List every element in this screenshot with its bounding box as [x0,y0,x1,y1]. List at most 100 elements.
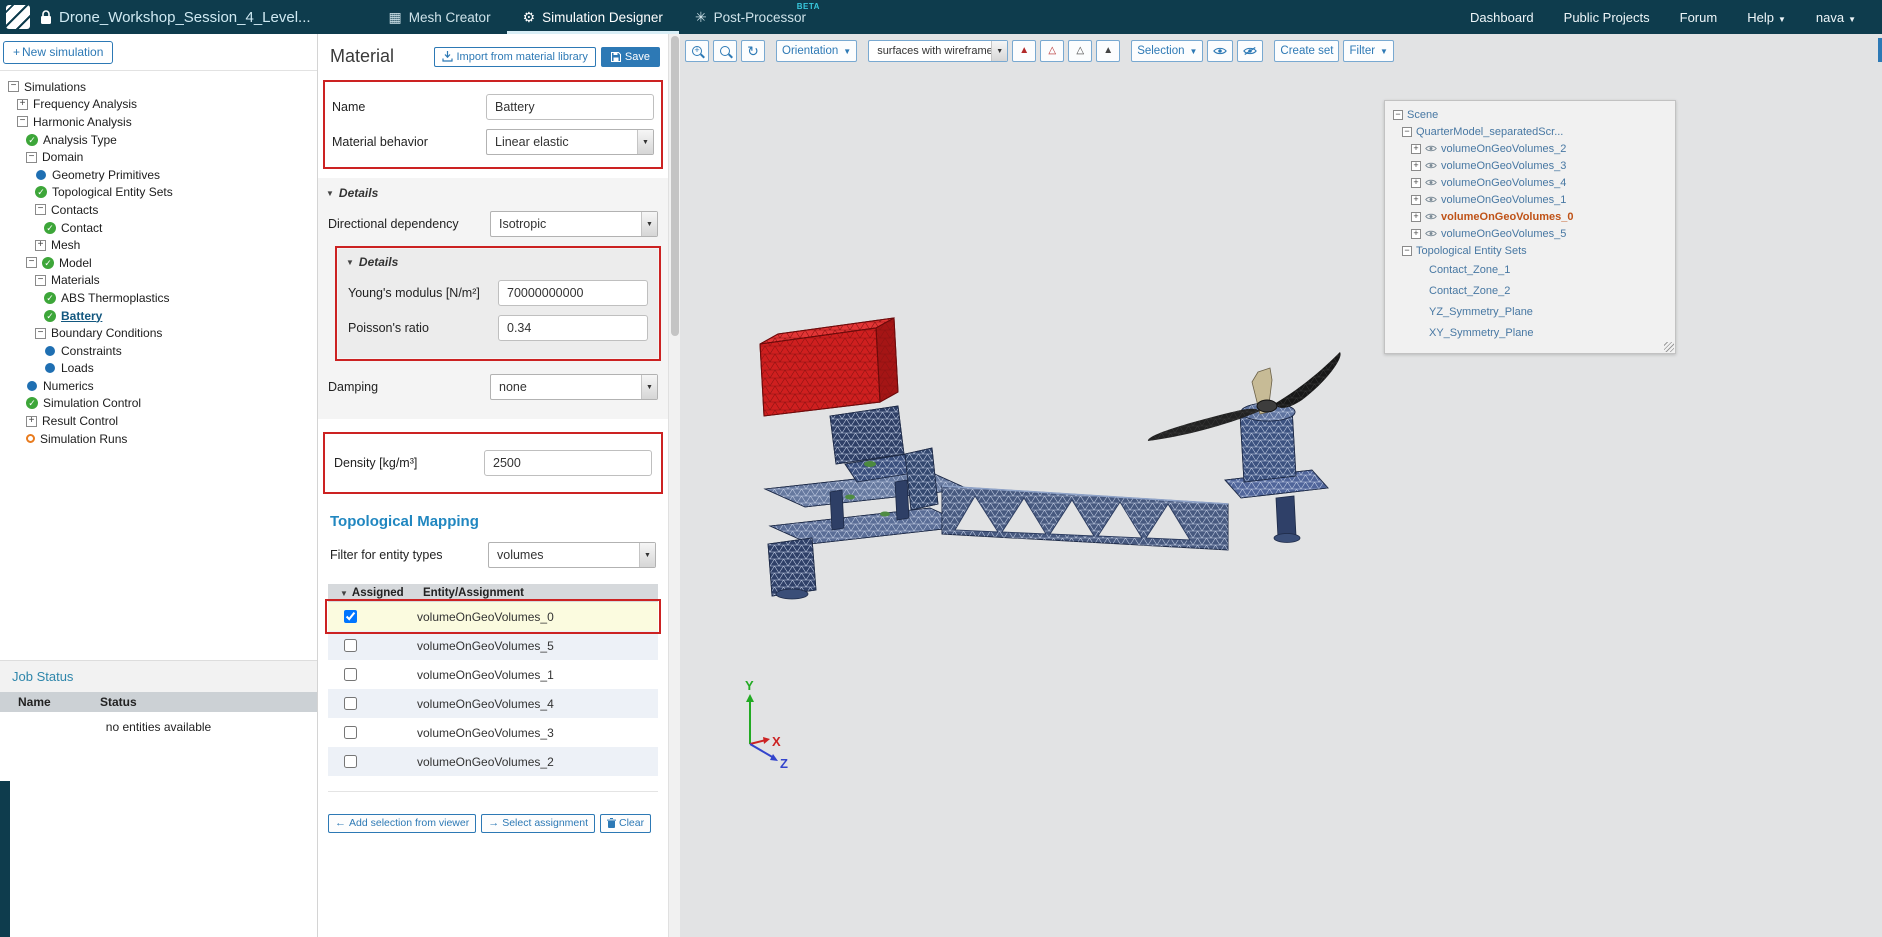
sidebar-item-result-control[interactable]: + Result Control [0,412,317,430]
assignment-checkbox[interactable] [344,668,357,681]
details-header[interactable]: ▼ Details [326,184,660,202]
tab-simulation-designer[interactable]: ⚙ Simulation Designer [507,0,679,34]
battery-mesh[interactable] [759,317,899,417]
collapse-icon[interactable]: − [1393,109,1403,120]
sidebar-item-materials[interactable]: − Materials [0,272,317,290]
zoom-in-button[interactable] [685,40,709,62]
sidebar-item-numerics[interactable]: Numerics [0,377,317,395]
scrollbar-thumb[interactable] [671,36,679,336]
scene-item-quartermodel-separatedscr[interactable]: − QuarterModel_separatedScr... [1389,123,1671,140]
mesh-display-toggle-2[interactable]: △ [1040,40,1065,62]
sidebar-item-frequency-analysis[interactable]: + Frequency Analysis [0,96,317,114]
visibility-icon[interactable] [1425,178,1437,187]
visibility-icon[interactable] [1425,195,1437,204]
scene-item-contact-zone-1[interactable]: Contact_Zone_1 [1389,259,1671,280]
assignment-checkbox[interactable] [344,639,357,652]
assignment-row[interactable]: volumeOnGeoVolumes_2 [328,747,658,776]
truss-arm-mesh[interactable] [941,485,1229,551]
app-logo[interactable] [6,5,30,29]
drone-arm-mesh[interactable] [763,470,972,600]
mesh-display-toggle-1[interactable]: ▲ [1012,40,1037,62]
collapse-icon[interactable]: − [35,204,46,216]
expand-icon[interactable]: + [1411,143,1421,154]
poisson-ratio-input[interactable] [498,315,648,341]
sort-triangle-icon[interactable]: ▼ [340,589,348,598]
dashboard-link[interactable]: Dashboard [1470,10,1534,25]
assignment-checkbox[interactable] [344,726,357,739]
collapse-icon[interactable]: − [26,257,37,269]
collapse-icon[interactable]: − [35,274,46,286]
panel-scrollbar[interactable] [668,34,680,937]
expand-icon[interactable]: + [35,239,46,251]
clear-button[interactable]: Clear [600,814,652,833]
collapse-icon[interactable]: − [1402,245,1412,256]
sidebar-item-simulation-control[interactable]: ✓ Simulation Control [0,395,317,413]
assignment-row[interactable]: volumeOnGeoVolumes_0 [325,599,661,634]
display-mode-select[interactable]: surfaces with wireframe ▼ [868,40,1009,62]
assignment-checkbox[interactable] [344,610,357,623]
scene-item-volumeongeovolumes-1[interactable]: + volumeOnGeoVolumes_1 [1389,191,1671,208]
mesh-display-toggle-3[interactable]: △ [1068,40,1093,62]
name-input[interactable] [486,94,654,120]
tab-post-processor[interactable]: ✳ Post-Processor BETA [679,0,822,34]
collapse-icon[interactable]: − [26,151,37,163]
scene-item-volumeongeovolumes-0[interactable]: + volumeOnGeoVolumes_0 [1389,208,1671,225]
scene-item-volumeongeovolumes-4[interactable]: + volumeOnGeoVolumes_4 [1389,174,1671,191]
expand-icon[interactable]: + [1411,160,1421,171]
assignment-checkbox[interactable] [344,697,357,710]
assignment-checkbox[interactable] [344,755,357,768]
scene-item-yz-symmetry-plane[interactable]: YZ_Symmetry_Plane [1389,301,1671,322]
collapse-icon[interactable]: − [17,116,28,128]
user-menu[interactable]: nava ▼ [1816,10,1856,25]
scene-item-contact-zone-2[interactable]: Contact_Zone_2 [1389,280,1671,301]
scene-item-topological-entity-sets[interactable]: − Topological Entity Sets [1389,242,1671,259]
tab-mesh-creator[interactable]: ▦ Mesh Creator [373,0,507,34]
help-menu[interactable]: Help ▼ [1747,10,1786,25]
create-set-button[interactable]: Create set [1274,40,1340,62]
orientation-dropdown[interactable]: Orientation ▼ [776,40,858,62]
expand-icon[interactable]: + [1411,228,1421,239]
viewer-3d[interactable]: ↻ Orientation ▼ surfaces with wireframe … [680,34,1882,937]
save-button[interactable]: Save [600,46,660,67]
scene-item-volumeongeovolumes-2[interactable]: + volumeOnGeoVolumes_2 [1389,140,1671,157]
scene-item-volumeongeovolumes-5[interactable]: + volumeOnGeoVolumes_5 [1389,225,1671,242]
sidebar-item-simulation-runs[interactable]: Simulation Runs [0,430,317,448]
entity-type-filter-select[interactable]: volumes ▼ [488,542,656,568]
collapse-icon[interactable]: − [1402,126,1412,137]
damping-select[interactable]: none ▼ [490,374,658,400]
visibility-icon[interactable] [1425,229,1437,238]
sidebar-item-boundary-conditions[interactable]: − Boundary Conditions [0,324,317,342]
collapse-icon[interactable]: − [35,327,46,339]
reset-view-button[interactable]: ↻ [741,40,765,62]
collapse-icon[interactable]: − [8,81,19,93]
expand-icon[interactable]: + [26,415,37,427]
scene-item-xy-symmetry-plane[interactable]: XY_Symmetry_Plane [1389,322,1671,343]
sidebar-item-analysis-type[interactable]: ✓ Analysis Type [0,131,317,149]
forum-link[interactable]: Forum [1680,10,1718,25]
sidebar-item-model[interactable]: − ✓ Model [0,254,317,272]
add-selection-from-viewer-button[interactable]: ← Add selection from viewer [328,814,477,833]
mesh-display-toggle-4[interactable]: ▲ [1096,40,1121,62]
public-projects-link[interactable]: Public Projects [1564,10,1650,25]
sidebar-item-geometry-primitives[interactable]: Geometry Primitives [0,166,317,184]
sidebar-item-abs-thermoplastics[interactable]: ✓ ABS Thermoplastics [0,289,317,307]
sidebar-item-constraints[interactable]: Constraints [0,342,317,360]
assignment-row[interactable]: volumeOnGeoVolumes_3 [328,718,658,747]
motor-mesh[interactable] [1224,402,1329,543]
scene-item-scene[interactable]: − Scene [1389,106,1671,123]
scene-item-volumeongeovolumes-3[interactable]: + volumeOnGeoVolumes_3 [1389,157,1671,174]
sidebar-item-harmonic-analysis[interactable]: − Harmonic Analysis [0,113,317,131]
assignment-row[interactable]: volumeOnGeoVolumes_1 [328,660,658,689]
inner-details-header[interactable]: ▼ Details [346,253,650,271]
visibility-icon[interactable] [1425,144,1437,153]
filter-dropdown[interactable]: Filter ▼ [1343,40,1394,62]
sidebar-item-loads[interactable]: Loads [0,360,317,378]
assignment-row[interactable]: volumeOnGeoVolumes_4 [328,689,658,718]
directional-dependency-select[interactable]: Isotropic ▼ [490,211,658,237]
expand-icon[interactable]: + [1411,211,1421,222]
resize-handle-icon[interactable] [1664,342,1674,352]
hide-selected-button[interactable] [1237,40,1264,62]
sidebar-item-contacts[interactable]: − Contacts [0,201,317,219]
import-material-library-button[interactable]: Import from material library [433,46,596,67]
assignment-row[interactable]: volumeOnGeoVolumes_5 [328,631,658,660]
